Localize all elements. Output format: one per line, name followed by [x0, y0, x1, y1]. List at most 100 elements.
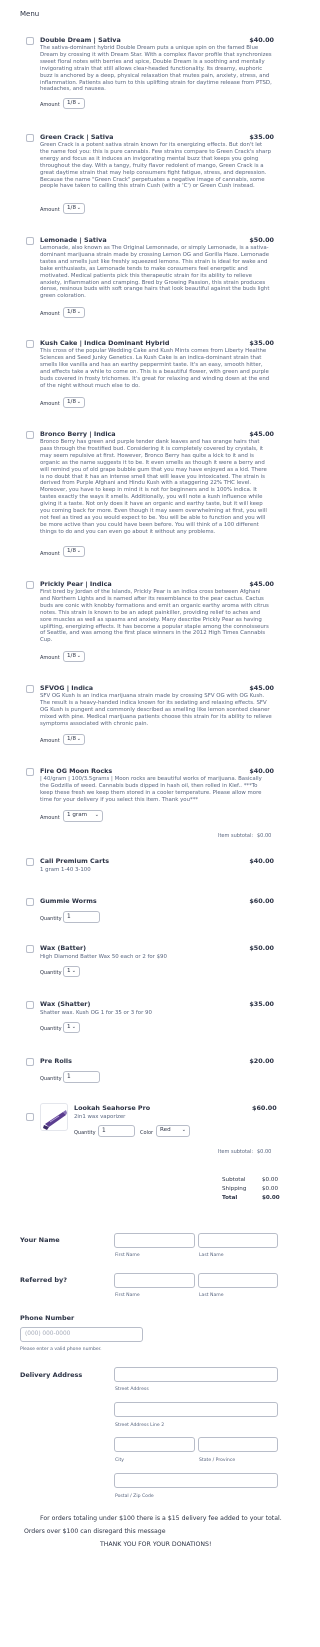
chevron-down-icon: ⌄: [76, 653, 81, 659]
street-address-input[interactable]: [114, 1367, 278, 1382]
last-name-sublabel: Last Name: [199, 1293, 224, 1298]
product-pre-rolls: Pre Rolls $20.00 Quantity 1: [26, 1057, 274, 1085]
phone-hint: Please enter a valid phone number.: [20, 1347, 102, 1352]
product-title: Kush Cake | Indica Dominant Hybrid: [40, 339, 170, 347]
product-green-crack: Green Crack | Sativa $35.00 Green Crack …: [26, 133, 274, 223]
product-sfvog: SFVOG | Indica $45.00 SFV OG Kush is an …: [26, 684, 274, 745]
product-price: $60.00: [249, 897, 274, 905]
amount-label: Amount: [40, 738, 60, 744]
quantity-select[interactable]: 1 ⌄: [63, 966, 80, 977]
product-checkbox[interactable]: [26, 237, 34, 245]
amount-select[interactable]: 1/8 ⌄: [63, 397, 85, 408]
amount-select[interactable]: 1/8 ⌄: [63, 546, 85, 557]
phone-placeholder: (000) 000-0000: [25, 1331, 71, 1337]
product-checkbox[interactable]: [26, 1001, 34, 1009]
chevron-down-icon: ⌄: [76, 205, 81, 211]
product-price: $60.00: [252, 1104, 277, 1112]
street-address-sublabel: Street Address: [115, 1387, 149, 1392]
amount-label: Amount: [40, 207, 60, 213]
amount-label: Amount: [40, 311, 60, 317]
amount-label: Amount: [40, 401, 60, 407]
product-checkbox[interactable]: [26, 431, 34, 439]
subtotal-label: Subtotal: [222, 1177, 246, 1183]
amount-select[interactable]: 1/8 ⌄: [63, 651, 85, 662]
amount-label: Amount: [40, 655, 60, 661]
product-checkbox[interactable]: [26, 768, 34, 776]
chevron-down-icon: ⌄: [71, 1024, 76, 1030]
product-checkbox[interactable]: [26, 685, 34, 693]
street-address-2-input[interactable]: [114, 1402, 278, 1417]
product-price: $20.00: [249, 1057, 274, 1065]
quantity-input[interactable]: 1: [98, 1125, 135, 1137]
first-name-input[interactable]: [114, 1233, 195, 1248]
product-title: Fire OG Moon Rocks: [40, 767, 113, 775]
city-input[interactable]: [114, 1437, 195, 1452]
referred-first-name-input[interactable]: [114, 1273, 195, 1288]
product-image: [40, 1103, 68, 1131]
product-description: This cross of the popular Wedding Cake a…: [40, 348, 270, 389]
chevron-down-icon: ⌄: [94, 812, 99, 818]
product-price: $40.00: [249, 36, 274, 44]
product-title: Wax (Shatter): [40, 1000, 91, 1008]
product-checkbox[interactable]: [26, 37, 34, 45]
product-fire-og-moon-rocks: Fire OG Moon Rocks $40.00 | 40/gram | 10…: [26, 767, 274, 842]
chevron-down-icon: ⌄: [76, 736, 81, 742]
product-description: First bred by Jordan of the Islands, Pri…: [40, 589, 269, 644]
amount-select[interactable]: 1/8 ⌄: [63, 203, 85, 214]
quantity-label: Quantity: [74, 1130, 96, 1136]
orders-over-note: Orders over $100 can disregard this mess…: [24, 1528, 166, 1535]
product-checkbox[interactable]: [26, 945, 34, 953]
product-price: $50.00: [249, 944, 274, 952]
total-label: Total: [222, 1195, 238, 1201]
chevron-down-icon: ⌄: [76, 399, 81, 405]
referred-last-name-input[interactable]: [198, 1273, 278, 1288]
product-title: Bronco Berry | Indica: [40, 430, 116, 438]
amount-select[interactable]: 1/8 ⌄: [63, 307, 85, 318]
amount-label: Amount: [40, 102, 60, 108]
product-gummie-worms: Gummie Worms $60.00 Quantity 1: [26, 897, 274, 925]
product-checkbox[interactable]: [26, 340, 34, 348]
quantity-input[interactable]: 1: [63, 1071, 100, 1083]
quantity-label: Quantity: [40, 1076, 62, 1082]
amount-select[interactable]: 1/8 ⌄: [63, 734, 85, 745]
product-checkbox[interactable]: [26, 1058, 34, 1066]
product-price: $45.00: [249, 430, 274, 438]
product-price: $40.00: [249, 767, 274, 775]
menu-title: Menu: [20, 10, 40, 18]
product-checkbox[interactable]: [26, 134, 34, 142]
quantity-label: Quantity: [40, 970, 62, 976]
product-title: Lemonade | Sativa: [40, 236, 107, 244]
product-title: Cali Premium Carts: [40, 857, 110, 865]
quantity-input[interactable]: 1: [63, 911, 100, 923]
product-price: $40.00: [249, 857, 274, 865]
street-address-2-sublabel: Street Address Line 2: [115, 1423, 165, 1428]
product-price: $35.00: [249, 339, 274, 347]
chevron-down-icon: ⌄: [71, 968, 76, 974]
amount-select[interactable]: 1 gram ⌄: [63, 810, 103, 822]
product-description: The sativa-dominant hybrid Double Dream …: [40, 45, 272, 93]
product-price: $35.00: [249, 133, 274, 141]
color-select[interactable]: Red ⌄: [156, 1125, 190, 1137]
product-checkbox[interactable]: [26, 898, 34, 906]
product-checkbox[interactable]: [26, 1113, 34, 1121]
last-name-input[interactable]: [198, 1233, 278, 1248]
product-price: $50.00: [249, 236, 274, 244]
quantity-select[interactable]: 1 ⌄: [63, 1022, 80, 1033]
product-title: Pre Rolls: [40, 1057, 72, 1065]
item-subtotal-value: $0.00: [257, 1149, 272, 1155]
chevron-down-icon: ⌄: [181, 1127, 186, 1133]
amount-label: Amount: [40, 815, 60, 821]
product-description: Green Crack is a potent sativa strain kn…: [40, 142, 271, 190]
shipping-row: Shipping $0.00: [222, 1186, 278, 1192]
product-price: $35.00: [249, 1000, 274, 1008]
product-checkbox[interactable]: [26, 581, 34, 589]
product-checkbox[interactable]: [26, 858, 34, 866]
chevron-down-icon: ⌄: [76, 548, 81, 554]
total-row: Total $0.00: [222, 1195, 280, 1201]
vaporizer-image-icon: [43, 1110, 67, 1130]
phone-input[interactable]: (000) 000-0000: [20, 1327, 143, 1342]
subtotal-row: Subtotal $0.00: [222, 1177, 278, 1183]
state-input[interactable]: [198, 1437, 278, 1452]
amount-select[interactable]: 1/8 ⌄: [63, 98, 85, 109]
postal-code-input[interactable]: [114, 1473, 278, 1488]
